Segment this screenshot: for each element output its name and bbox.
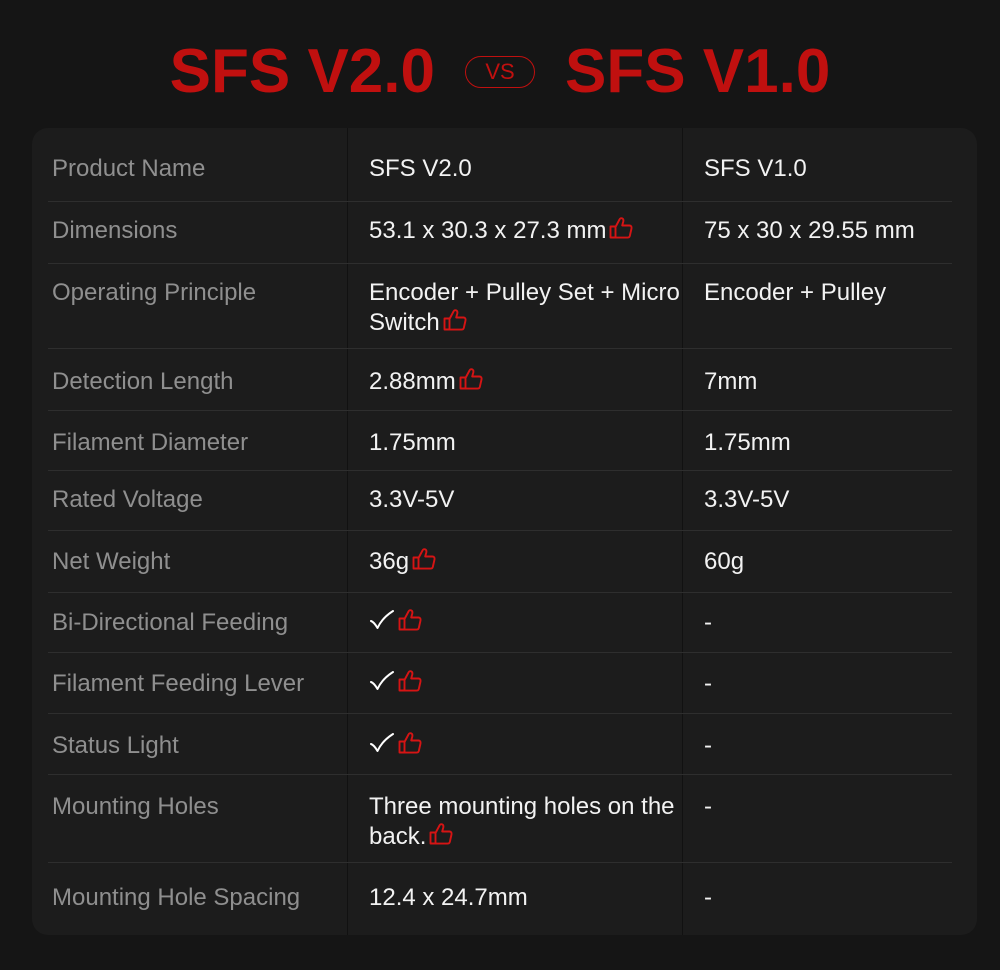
sfs-v2-value: SFS V2.0 (369, 154, 689, 184)
title-product-v2: SFS V2.0 (169, 37, 435, 106)
sfs-v2-value: 2.88mm (369, 367, 689, 397)
sfs-v2-value: Encoder + Pulley Set + Micro Switch (369, 278, 689, 338)
sfs-v1-value: 1.75mm (704, 429, 791, 456)
sfs-v2-value: 12.4 x 24.7mm (369, 883, 689, 913)
comparison-title: SFS V2.0 VS SFS V1.0 (0, 32, 1000, 112)
sfs-v1-value: Encoder + Pulley (704, 279, 887, 306)
sfs-v2-value: 53.1 x 30.3 x 27.3 mm (369, 216, 689, 246)
sfs-v2-text: 1.75mm (369, 429, 456, 456)
table-row: Rated Voltage 3.3V-5V 3.3V-5V (48, 471, 952, 531)
table-row: Mounting Holes Three mounting holes on th… (48, 775, 952, 863)
row-label: Product Name (52, 155, 206, 182)
table-row: Status Light - (48, 714, 952, 775)
sfs-v1-value: 3.3V-5V (704, 486, 790, 513)
sfs-v2-value: 3.3V-5V (369, 485, 689, 515)
sfs-v2-value: 36g (369, 547, 689, 577)
sfs-v2-text: 12.4 x 24.7mm (369, 884, 528, 911)
table-row: Product Name SFS V2.0 SFS V1.0 (48, 128, 952, 202)
vs-badge: VS (465, 56, 535, 88)
thumbs-up-icon (397, 669, 423, 693)
title-product-v1: SFS V1.0 (565, 37, 831, 106)
table-row: Dimensions 53.1 x 30.3 x 27.3 mm 75 x 30 x… (48, 202, 952, 264)
sfs-v1-value: - (704, 732, 712, 759)
sfs-v2-text: Three mounting holes on the back. (369, 793, 675, 850)
row-label: Operating Principle (52, 279, 257, 306)
thumbs-up-icon (397, 731, 423, 755)
sfs-v2-text: SFS V2.0 (369, 155, 472, 182)
table-row: Filament Diameter 1.75mm 1.75mm (48, 411, 952, 471)
table-row: Bi-Directional Feeding - (48, 593, 952, 653)
row-label: Mounting Hole Spacing (52, 884, 301, 911)
thumbs-up-icon (411, 547, 437, 571)
sfs-v1-value: - (704, 670, 712, 697)
table-row: Detection Length 2.88mm 7mm (48, 349, 952, 411)
sfs-v2-text: 2.88mm (369, 368, 456, 395)
sfs-v1-value: 7mm (704, 368, 758, 395)
row-label: Net Weight (52, 548, 171, 575)
sfs-v2-text: 3.3V-5V (369, 486, 455, 513)
table-row: Net Weight 36g 60g (48, 531, 952, 593)
comparison-table: Product Name SFS V2.0 SFS V1.0 Dimensions 53… (32, 128, 977, 935)
thumbs-up-icon (608, 216, 634, 240)
row-label: Status Light (52, 732, 179, 759)
table-row: Mounting Hole Spacing 12.4 x 24.7mm - (48, 863, 952, 935)
sfs-v1-value: 75 x 30 x 29.55 mm (704, 217, 915, 244)
row-label: Filament Feeding Lever (52, 670, 305, 697)
sfs-v2-text: 53.1 x 30.3 x 27.3 mm (369, 217, 607, 244)
row-label: Mounting Holes (52, 793, 219, 820)
sfs-v2-value (369, 669, 689, 699)
thumbs-up-icon (428, 822, 454, 846)
sfs-v1-value: - (704, 884, 712, 911)
sfs-v2-text: Encoder + Pulley Set + Micro Switch (369, 279, 680, 336)
row-label: Filament Diameter (52, 429, 249, 456)
row-label: Bi-Directional Feeding (52, 609, 289, 636)
thumbs-up-icon (458, 367, 484, 391)
sfs-v2-value (369, 731, 689, 761)
sfs-v2-value: Three mounting holes on the back. (369, 792, 689, 852)
sfs-v1-value: - (704, 609, 712, 636)
row-label: Dimensions (52, 217, 178, 244)
sfs-v2-value (369, 608, 689, 638)
thumbs-up-icon (442, 308, 468, 332)
checkmark-icon (369, 608, 395, 632)
row-label: Rated Voltage (52, 486, 203, 513)
sfs-v2-value: 1.75mm (369, 428, 689, 458)
checkmark-icon (369, 669, 395, 693)
row-label: Detection Length (52, 368, 234, 395)
sfs-v1-value: SFS V1.0 (704, 155, 807, 182)
sfs-v1-value: 60g (704, 548, 745, 575)
sfs-v2-text: 36g (369, 548, 410, 575)
table-row: Operating Principle Encoder + Pulley Set … (48, 264, 952, 349)
checkmark-icon (369, 731, 395, 755)
sfs-v1-value: - (704, 793, 712, 820)
table-row: Filament Feeding Lever - (48, 653, 952, 714)
thumbs-up-icon (397, 608, 423, 632)
